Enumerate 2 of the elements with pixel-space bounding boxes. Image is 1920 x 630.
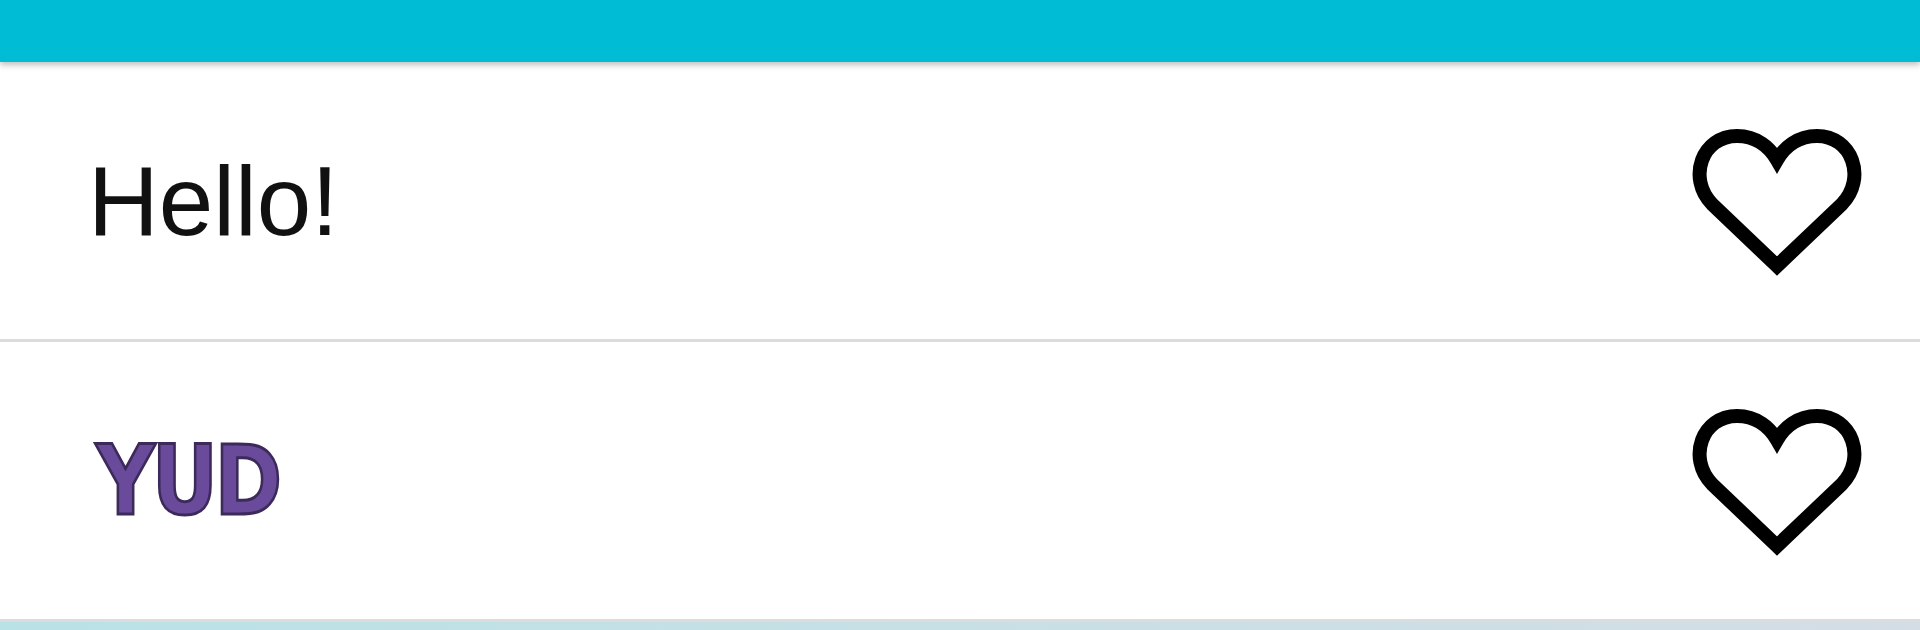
item-title: YUD <box>96 432 279 529</box>
item-title: Hello! <box>88 151 339 250</box>
